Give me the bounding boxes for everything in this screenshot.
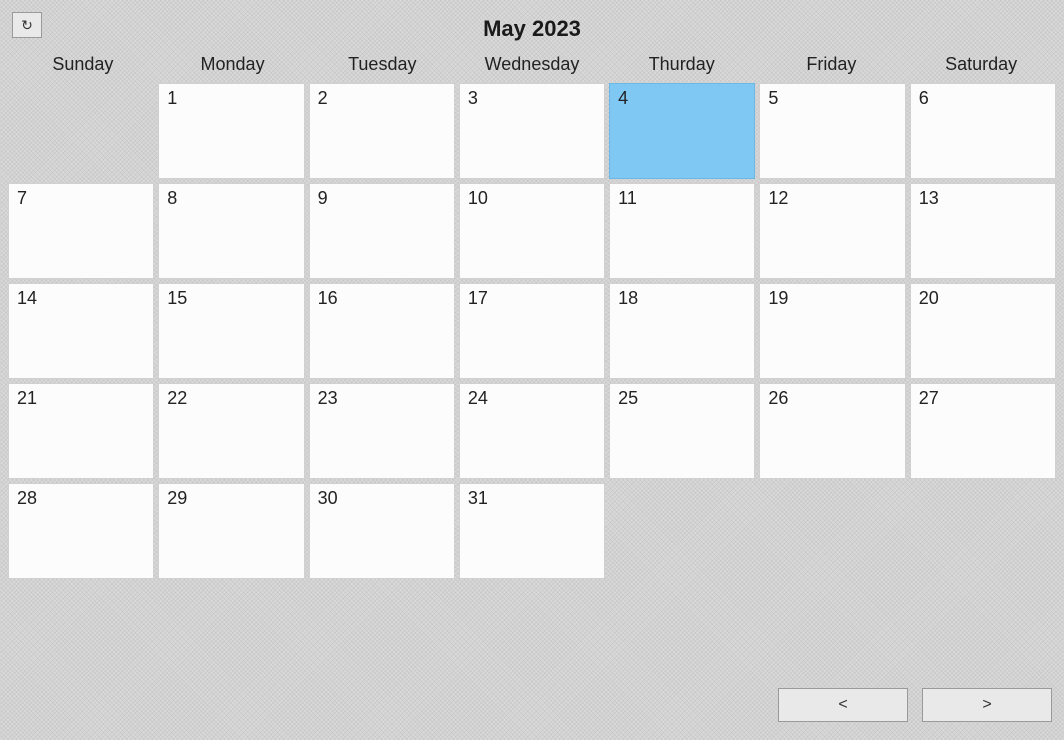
day-cell[interactable]: 25 (609, 383, 755, 479)
day-cell[interactable]: 5 (759, 83, 905, 179)
day-cell[interactable]: 2 (309, 83, 455, 179)
day-cell[interactable]: 13 (910, 183, 1056, 279)
day-number: 13 (919, 188, 939, 209)
weekday-label: Thurday (607, 52, 757, 77)
day-number: 2 (318, 88, 328, 109)
day-cell[interactable]: 24 (459, 383, 605, 479)
day-number: 21 (17, 388, 37, 409)
day-cell[interactable]: 30 (309, 483, 455, 579)
weekday-label: Saturday (906, 52, 1056, 77)
day-cell[interactable]: 18 (609, 283, 755, 379)
day-cell[interactable]: 1 (158, 83, 304, 179)
day-number: 16 (318, 288, 338, 309)
day-cell[interactable]: 22 (158, 383, 304, 479)
day-grid: 1234567891011121314151617181920212223242… (8, 83, 1056, 579)
day-number: 28 (17, 488, 37, 509)
weekday-label: Wednesday (457, 52, 607, 77)
refresh-button[interactable]: ↻ (12, 12, 42, 38)
day-number: 31 (468, 488, 488, 509)
day-cell[interactable]: 11 (609, 183, 755, 279)
day-number: 4 (618, 88, 628, 109)
day-cell[interactable]: 10 (459, 183, 605, 279)
day-number: 30 (318, 488, 338, 509)
day-cell[interactable]: 26 (759, 383, 905, 479)
day-cell[interactable]: 17 (459, 283, 605, 379)
day-number: 1 (167, 88, 177, 109)
day-cell[interactable]: 4 (609, 83, 755, 179)
day-cell[interactable]: 14 (8, 283, 154, 379)
day-number: 17 (468, 288, 488, 309)
day-cell[interactable]: 8 (158, 183, 304, 279)
prev-month-button[interactable]: < (778, 688, 908, 722)
day-number: 9 (318, 188, 328, 209)
day-cell[interactable]: 9 (309, 183, 455, 279)
day-number: 25 (618, 388, 638, 409)
day-number: 23 (318, 388, 338, 409)
day-cell[interactable]: 31 (459, 483, 605, 579)
day-number: 12 (768, 188, 788, 209)
day-number: 18 (618, 288, 638, 309)
day-cell-blank (8, 83, 154, 179)
day-number: 6 (919, 88, 929, 109)
day-cell[interactable]: 15 (158, 283, 304, 379)
day-cell[interactable]: 12 (759, 183, 905, 279)
month-title: May 2023 (0, 0, 1064, 42)
day-number: 29 (167, 488, 187, 509)
day-cell[interactable]: 21 (8, 383, 154, 479)
day-cell[interactable]: 6 (910, 83, 1056, 179)
weekday-label: Friday (757, 52, 907, 77)
day-cell[interactable]: 3 (459, 83, 605, 179)
day-number: 27 (919, 388, 939, 409)
day-number: 24 (468, 388, 488, 409)
next-month-button[interactable]: > (922, 688, 1052, 722)
calendar-app: ↻ May 2023 Sunday Monday Tuesday Wednesd… (0, 0, 1064, 740)
day-number: 7 (17, 188, 27, 209)
day-number: 10 (468, 188, 488, 209)
day-number: 22 (167, 388, 187, 409)
day-cell[interactable]: 23 (309, 383, 455, 479)
weekday-label: Tuesday (307, 52, 457, 77)
weekday-header: Sunday Monday Tuesday Wednesday Thurday … (8, 48, 1056, 83)
day-number: 20 (919, 288, 939, 309)
calendar: Sunday Monday Tuesday Wednesday Thurday … (8, 48, 1056, 579)
day-cell[interactable]: 19 (759, 283, 905, 379)
day-number: 3 (468, 88, 478, 109)
day-number: 5 (768, 88, 778, 109)
day-number: 26 (768, 388, 788, 409)
day-cell[interactable]: 7 (8, 183, 154, 279)
day-cell[interactable]: 20 (910, 283, 1056, 379)
weekday-label: Sunday (8, 52, 158, 77)
day-number: 14 (17, 288, 37, 309)
day-number: 11 (618, 188, 637, 209)
refresh-icon: ↻ (21, 18, 33, 32)
day-number: 15 (167, 288, 187, 309)
day-number: 19 (768, 288, 788, 309)
day-cell[interactable]: 28 (8, 483, 154, 579)
day-cell[interactable]: 16 (309, 283, 455, 379)
day-cell[interactable]: 27 (910, 383, 1056, 479)
month-nav: < > (778, 688, 1052, 722)
day-cell[interactable]: 29 (158, 483, 304, 579)
weekday-label: Monday (158, 52, 308, 77)
day-number: 8 (167, 188, 177, 209)
